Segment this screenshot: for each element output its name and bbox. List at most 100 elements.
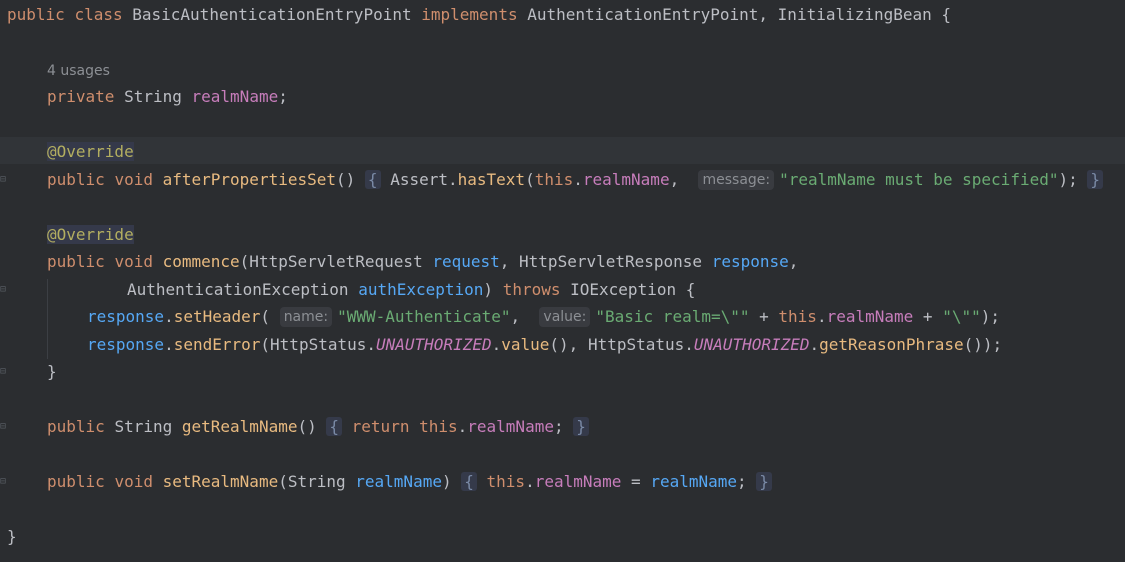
parameter-hint: message:	[698, 170, 775, 190]
code-line-setter[interactable]: public void setRealmName(String realmNam…	[47, 468, 1125, 495]
keyword: class	[74, 5, 123, 24]
method-call: value	[501, 335, 550, 354]
constant: UNAUTHORIZED	[376, 335, 492, 354]
string-literal: "Basic realm=\""	[595, 307, 750, 326]
param-type: (String	[278, 472, 356, 491]
parens: ()	[297, 417, 317, 436]
method-name: setRealmName	[162, 472, 279, 491]
keyword-this: this	[778, 307, 817, 326]
operator: +	[913, 307, 943, 326]
keyword: implements	[421, 5, 518, 24]
constant: UNAUTHORIZED	[693, 335, 810, 354]
string-literal: "\""	[942, 307, 981, 326]
keyword: throws	[502, 280, 561, 299]
keyword-return: return	[351, 417, 410, 436]
dot: .	[447, 170, 458, 189]
semicolon: ;	[737, 472, 747, 491]
field-ref: realmName	[826, 307, 914, 326]
field-ref: realmName	[534, 472, 622, 491]
field-name: realmName	[191, 87, 279, 106]
parameter: authException	[358, 280, 484, 299]
code-line-override-1[interactable]: @Override	[47, 138, 1125, 165]
code-line-override-2[interactable]: @Override	[47, 221, 1125, 248]
fold-marker-icon[interactable]: ⊟	[0, 285, 10, 295]
comma: ,	[510, 307, 530, 326]
fold-marker-icon[interactable]: ⊟	[0, 422, 10, 432]
end-paren: );	[980, 307, 1000, 326]
method-call: getReasonPhrase	[819, 335, 964, 354]
method-call: hasText	[457, 170, 526, 189]
code-line-class-declaration[interactable]: public class BasicAuthenticationEntryPoi…	[7, 1, 1125, 28]
fold-close-brace[interactable]: }	[573, 417, 589, 436]
keyword: void	[114, 472, 153, 491]
string-literal: "WWW-Authenticate"	[337, 307, 511, 326]
paren: )	[441, 472, 452, 491]
code-editor[interactable]: public class BasicAuthenticationEntryPoi…	[0, 0, 1125, 562]
keyword: void	[114, 170, 153, 189]
code-line-commence-2[interactable]: AuthenticationException authException) t…	[127, 276, 1125, 303]
code-line-close-class[interactable]: }	[7, 523, 1125, 550]
dot: .	[809, 335, 820, 354]
field-ref: realmName	[467, 417, 554, 436]
code-line-commence-1[interactable]: public void commence(HttpServletRequest …	[47, 248, 1125, 275]
dot: .	[457, 417, 468, 436]
annotation: @Override	[47, 225, 134, 244]
interfaces: AuthenticationEntryPoint, InitializingBe…	[527, 5, 952, 24]
keyword-this: this	[486, 472, 526, 491]
method-call: sendError	[173, 335, 261, 354]
fold-open-brace[interactable]: {	[364, 170, 381, 189]
code-line-field[interactable]: private String realmName;	[47, 83, 1125, 110]
parameter-hint: name:	[279, 307, 333, 327]
dot: .	[525, 472, 535, 491]
keyword: public	[47, 170, 105, 189]
operator: =	[621, 472, 651, 491]
end-paren: );	[1058, 170, 1078, 189]
method-call: setHeader	[173, 307, 261, 326]
param-type: , HttpServletResponse	[499, 252, 712, 271]
parameter: response	[711, 252, 789, 271]
fold-marker-icon[interactable]: ⊟	[0, 175, 10, 185]
fold-close-brace[interactable]: }	[756, 472, 772, 491]
parameter-ref: realmName	[650, 472, 738, 491]
keyword-this: this	[534, 170, 574, 189]
code-line-getter[interactable]: public String getRealmName() { return th…	[47, 413, 1125, 440]
parens: ()	[336, 170, 356, 189]
param-type: AuthenticationException	[127, 280, 359, 299]
indent-guide	[47, 279, 48, 359]
close-brace: }	[7, 527, 17, 546]
class-name: BasicAuthenticationEntryPoint	[132, 5, 412, 24]
keyword: void	[114, 252, 153, 271]
annotation: @Override	[47, 142, 134, 161]
method-name: commence	[162, 252, 240, 271]
operator: +	[749, 307, 779, 326]
keyword-this: this	[419, 417, 458, 436]
paren: (	[260, 307, 271, 326]
type: String	[124, 87, 182, 106]
usages-label[interactable]: 4 usages	[47, 63, 110, 79]
paren: )	[483, 280, 494, 299]
code-line-set-header[interactable]: response.setHeader( name: "WWW-Authentica…	[87, 303, 1125, 330]
code-line-after-properties-set[interactable]: public void afterPropertiesSet() { Asser…	[47, 166, 1125, 193]
parameter: request	[432, 252, 500, 271]
class-ref: Assert	[390, 170, 448, 189]
code-line-send-error[interactable]: response.sendError(HttpStatus.UNAUTHORIZ…	[87, 331, 1125, 358]
fold-open-brace[interactable]: {	[461, 472, 477, 491]
field-ref: realmName	[582, 170, 670, 189]
code-line-close-method[interactable]: }	[47, 358, 1125, 385]
keyword: public	[7, 5, 65, 24]
dot: .	[164, 335, 174, 354]
fold-open-brace[interactable]: {	[326, 417, 343, 436]
semicolon: ;	[278, 87, 288, 106]
fold-close-brace[interactable]: }	[1087, 170, 1104, 189]
fold-marker-icon[interactable]: ⊟	[0, 477, 10, 487]
param-type: (HttpServletRequest	[239, 252, 433, 271]
fold-marker-icon[interactable]: ⊟	[0, 367, 10, 377]
parameter: realmName	[355, 472, 442, 491]
method-name: afterPropertiesSet	[162, 170, 336, 189]
keyword: private	[47, 87, 115, 106]
exception-type: IOException {	[560, 280, 696, 299]
keyword: public	[47, 472, 105, 491]
type: String	[114, 417, 173, 436]
usages-hint[interactable]: 4 usages	[47, 56, 1125, 83]
comma: ,	[788, 252, 799, 271]
